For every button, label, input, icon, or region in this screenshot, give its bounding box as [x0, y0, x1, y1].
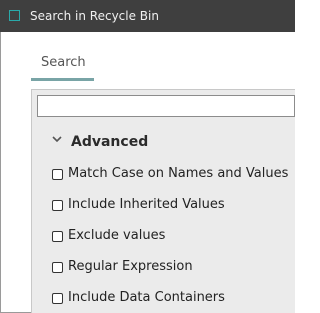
regular-expression-checkbox[interactable]: [52, 262, 63, 273]
exclude-values-label: Exclude values: [68, 228, 166, 243]
regular-expression-option[interactable]: Regular Expression: [50, 257, 295, 277]
advanced-section-title: Advanced: [71, 134, 149, 150]
include-data-containers-checkbox[interactable]: [52, 293, 63, 304]
include-inherited-label: Include Inherited Values: [68, 197, 225, 212]
advanced-section-toggle[interactable]: Advanced: [50, 131, 210, 153]
match-case-option[interactable]: Match Case on Names and Values: [50, 164, 295, 184]
regular-expression-label: Regular Expression: [68, 259, 193, 274]
include-inherited-option[interactable]: Include Inherited Values: [50, 195, 295, 215]
chevron-down-icon: [52, 136, 62, 143]
match-case-label: Match Case on Names and Values: [68, 166, 289, 181]
include-data-containers-label: Include Data Containers: [68, 290, 225, 305]
include-data-containers-option[interactable]: Include Data Containers: [50, 288, 295, 308]
exclude-values-option[interactable]: Exclude values: [50, 226, 295, 246]
exclude-values-checkbox[interactable]: [52, 231, 63, 242]
active-tab-indicator: [31, 78, 94, 81]
tab-search[interactable]: Search: [31, 50, 94, 81]
tab-search-label: Search: [41, 55, 86, 70]
title-bar: Search in Recycle Bin: [0, 0, 295, 32]
search-input[interactable]: [37, 95, 295, 117]
window-title: Search in Recycle Bin: [30, 9, 159, 23]
app-icon: [9, 10, 20, 21]
match-case-checkbox[interactable]: [52, 169, 63, 180]
include-inherited-checkbox[interactable]: [52, 200, 63, 211]
